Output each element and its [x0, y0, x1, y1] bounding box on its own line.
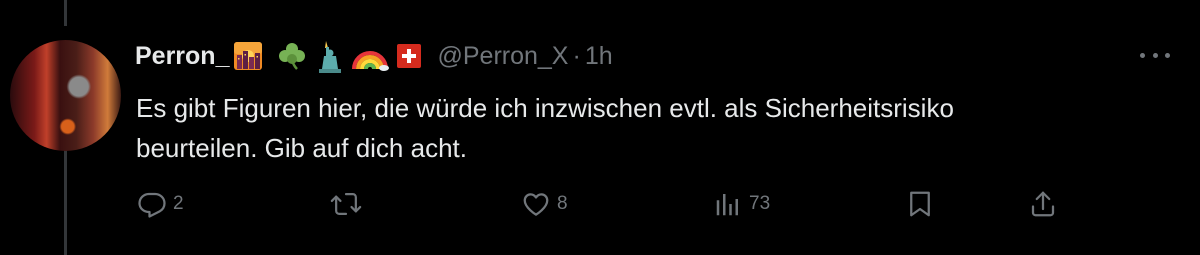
retweet-button[interactable]	[330, 186, 368, 222]
tweet-header: Perron_ @Perron_X · 1h	[135, 36, 613, 76]
avatar[interactable]	[10, 40, 121, 151]
tweet-text: Es gibt Figuren hier, die würde ich inzw…	[136, 93, 954, 163]
bookmark-button[interactable]	[905, 186, 935, 222]
like-icon	[523, 193, 549, 216]
reply-icon	[138, 192, 166, 218]
more-icon[interactable]	[1140, 48, 1170, 62]
display-name[interactable]: Perron_	[135, 42, 229, 71]
reply-button[interactable]: 2	[137, 186, 184, 222]
views-count: 73	[749, 193, 771, 214]
sunset-cityscape-emoji	[233, 41, 263, 71]
views-button[interactable]: 73	[713, 186, 770, 222]
rainbow-emoji	[351, 41, 390, 71]
swiss-flag-emoji	[397, 44, 422, 68]
share-button[interactable]	[1028, 186, 1058, 222]
shamrock-emoji	[277, 41, 307, 71]
action-bar: 2 8 73	[0, 186, 1200, 222]
share-icon	[1031, 191, 1055, 217]
retweet-icon	[330, 193, 362, 215]
bookmark-icon	[910, 191, 930, 217]
handle[interactable]: @Perron_X	[437, 42, 568, 71]
like-button[interactable]: 8	[521, 186, 568, 222]
thread-line-top	[64, 0, 67, 26]
statue-of-liberty-emoji	[315, 39, 343, 73]
timestamp[interactable]: 1h	[585, 42, 613, 71]
reply-count: 2	[173, 193, 184, 214]
separator-dot: ·	[572, 41, 581, 70]
like-count: 8	[557, 193, 568, 214]
views-icon	[716, 194, 738, 216]
